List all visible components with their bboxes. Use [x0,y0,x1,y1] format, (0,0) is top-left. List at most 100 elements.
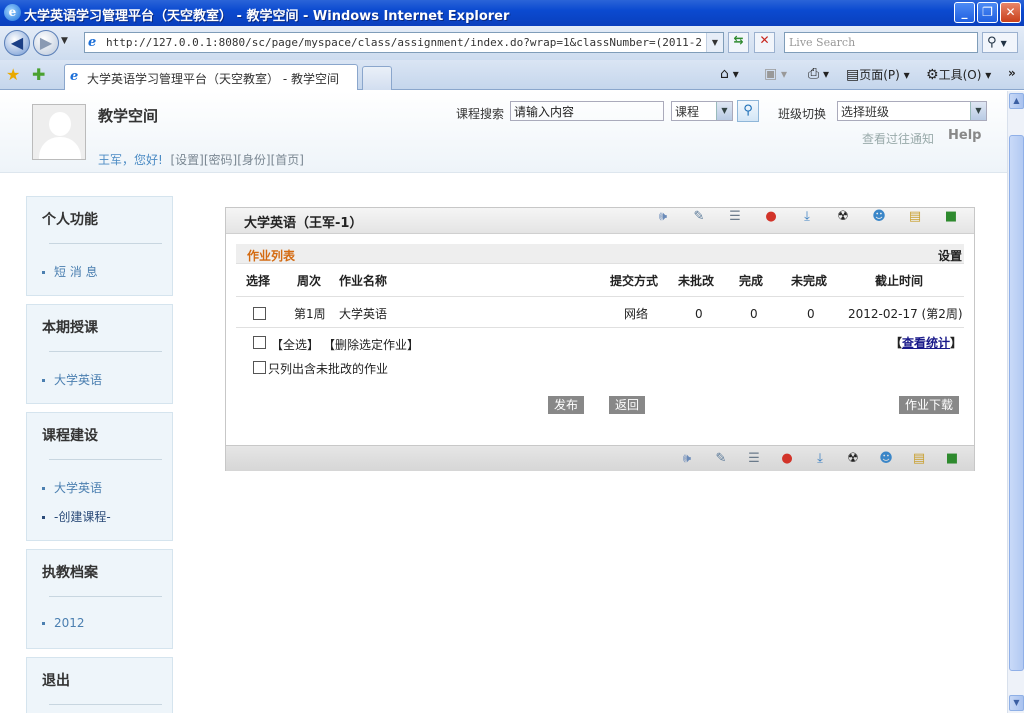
logout-link[interactable]: 退出 [42,670,70,690]
download-assignments-button[interactable]: 作业下载 [899,396,960,414]
award-icon[interactable]: ● [761,208,781,226]
window-titlebar: e 大学英语学习管理平台（天空教室） - 教学空间 - Windows Inte… [0,0,1024,26]
write-icon[interactable]: ✎ [689,208,709,226]
col-method: 提交方式 [610,274,659,288]
sidebar-item-college-english[interactable]: 大学英语 [42,371,102,388]
address-dropdown-icon[interactable]: ▼ [706,33,723,52]
past-notices-link[interactable]: 查看过往通知 [862,130,934,147]
sidebar-section-logout[interactable]: 退出 [26,657,173,713]
back-button[interactable]: ◀ [4,30,30,56]
refresh-button[interactable]: ⇆ [728,32,749,53]
print-button[interactable]: ⎙ ▾ [808,66,829,82]
settings-link[interactable]: [设置] [170,153,203,167]
page-menu[interactable]: ▤页面(P) ▾ [846,66,910,83]
search-options-icon[interactable]: ▼ [1001,39,1007,48]
course-search-label: 课程搜索 [456,107,505,121]
stop-button[interactable]: ✕ [754,32,775,53]
speaker-icon[interactable]: 🕪 [677,450,697,468]
row-assignment-name[interactable]: 大学英语 [339,305,387,322]
forward-button[interactable]: ▶ [33,30,59,56]
chevron-down-icon: ▼ [970,102,986,120]
home-link[interactable]: [首页] [271,153,304,167]
chat-icon[interactable]: ☰ [725,208,745,226]
row-undone: 0 [807,307,815,321]
select-all-link[interactable]: 【全选】 [271,336,319,353]
scroll-down-icon[interactable]: ▼ [1009,695,1024,711]
sidebar-item-course-english[interactable]: 大学英语 [42,479,102,496]
col-unmarked: 未批改 [678,274,715,288]
sidebar-item-2012[interactable]: 2012 [42,616,85,630]
scroll-thumb[interactable] [1009,135,1024,671]
magnifier-icon: ⚲ [987,35,997,50]
help-link[interactable]: Help [948,128,981,143]
favorites-star-icon[interactable]: ★ [6,65,20,84]
history-dropdown-icon[interactable]: ▼ [61,36,68,46]
feed-icon: ▣ [764,66,778,82]
col-week: 周次 [297,274,322,288]
people-icon[interactable]: ☻ [869,208,889,226]
radiation-icon[interactable]: ☢ [843,450,863,468]
col-undone: 未完成 [791,274,828,288]
book-icon[interactable]: ■ [941,208,961,226]
course-search-button[interactable]: ⚲ [737,100,759,122]
avatar [32,104,86,160]
row-done: 0 [750,307,758,321]
award-icon[interactable]: ● [777,450,797,468]
course-search-input[interactable]: 请输入内容 [510,101,664,121]
download-icon[interactable]: ⤓ [797,208,817,226]
row-checkbox[interactable] [253,307,266,320]
search-scope-select[interactable]: 课程 ▼ [671,101,733,121]
identity-link[interactable]: [身份] [237,153,270,167]
home-icon: ⌂ [720,66,729,82]
chevron-more-icon[interactable]: » [1008,66,1016,80]
printer-icon: ⎙ [808,66,820,82]
download-icon[interactable]: ⤓ [810,450,830,468]
row-unmarked: 0 [695,307,703,321]
sidebar-section-course-building: 课程建设 大学英语 -创建课程- [26,412,173,541]
new-tab-button[interactable] [362,66,392,90]
class-select[interactable]: 选择班级 ▼ [837,101,987,121]
delete-selected-link[interactable]: 【删除选定作业】 [323,336,419,353]
publish-button[interactable]: 发布 [548,396,585,414]
chat-icon[interactable]: ☰ [744,450,764,468]
scroll-up-icon[interactable]: ▲ [1009,93,1024,109]
only-unmarked-label: 只列出含未批改的作业 [268,362,389,376]
live-search-input[interactable]: Live Search [784,32,978,53]
tools-menu[interactable]: ⚙工具(O) ▾ [926,66,991,83]
page-header: 教学空间 王军，您好! [设置][密码][身份][首页] 课程搜索 请输入内容 … [0,91,1007,173]
address-field[interactable]: e http://127.0.0.1:8080/sc/page/myspace/… [84,32,724,53]
notepad-icon[interactable]: ▤ [909,450,929,468]
panel-header: 大学英语（王军-1） 🕪 ✎ ☰ ● ⤓ ☢ ☻ ▤ ■ [226,208,974,234]
add-favorites-icon[interactable]: ✚ [32,65,45,84]
assignment-panel: 大学英语（王军-1） 🕪 ✎ ☰ ● ⤓ ☢ ☻ ▤ ■ 作业列表 设置 选择 … [225,207,975,471]
sidebar-item-create-course[interactable]: -创建课程- [42,508,111,525]
speaker-icon[interactable]: 🕪 [653,208,673,226]
restore-button[interactable]: ❐ [977,2,998,23]
chevron-down-icon: ▼ [716,102,732,120]
book-icon[interactable]: ■ [942,450,962,468]
back-button[interactable]: 返回 [609,396,646,414]
only-unmarked-checkbox[interactable] [253,361,266,374]
close-window-button[interactable]: ✕ [1000,2,1021,23]
notepad-icon[interactable]: ▤ [905,208,925,226]
select-all-checkbox[interactable] [253,336,266,349]
page-title: 教学空间 [98,107,159,125]
tab-teaching-space[interactable]: e 大学英语学习管理平台（天空教室） - 教学空间 [64,64,358,90]
page-menu-icon: ▤ [846,67,860,83]
list-settings-link[interactable]: 设置 [938,247,962,264]
window-title: 大学英语学习管理平台（天空教室） - 教学空间 - Windows Intern… [24,9,510,24]
sidebar-item-messages[interactable]: 短 消 息 [42,263,98,280]
panel-footer: 🕪 ✎ ☰ ● ⤓ ☢ ☻ ▤ ■ [226,445,974,471]
vertical-scrollbar[interactable]: ▲ ▼ [1007,91,1024,713]
panel-title: 大学英语（王军-1） [244,216,363,231]
radiation-icon[interactable]: ☢ [833,208,853,226]
minimize-button[interactable]: _ [954,2,975,23]
password-link[interactable]: [密码] [204,153,237,167]
home-button[interactable]: ⌂ ▾ [720,66,739,82]
feeds-button[interactable]: ▣ ▾ [764,66,787,82]
people-icon[interactable]: ☻ [876,450,896,468]
address-url[interactable]: http://127.0.0.1:8080/sc/page/myspace/cl… [106,36,702,49]
search-go-button[interactable]: ⚲ ▼ [982,32,1018,53]
write-icon[interactable]: ✎ [711,450,731,468]
view-stats-link[interactable]: 【查看统计】 [890,334,962,351]
